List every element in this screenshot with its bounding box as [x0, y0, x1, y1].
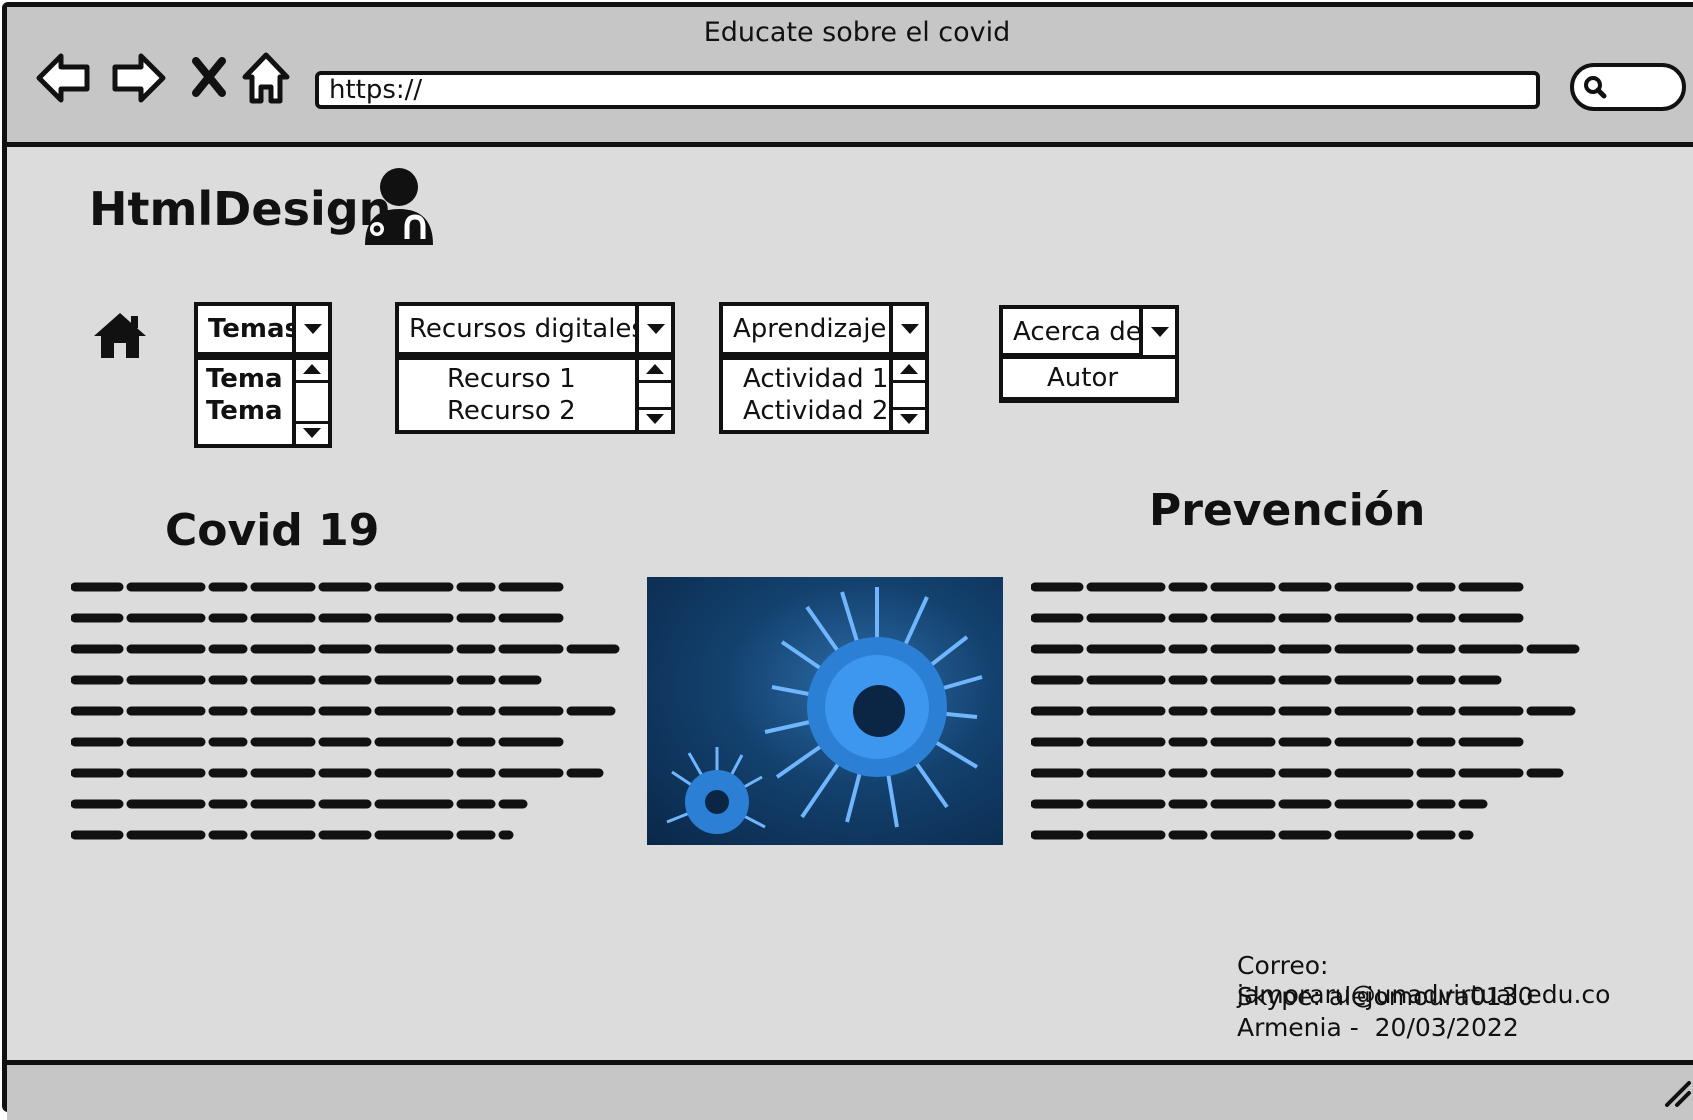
virus-image: [647, 577, 1003, 845]
recursos-dropdown[interactable]: Recursos digitales Recurso 1 Recurso 2: [395, 302, 675, 434]
list-item[interactable]: Recurso 2: [447, 396, 576, 426]
list-item[interactable]: Autor: [1047, 363, 1118, 393]
footer-skype: Skype: alejomoura0130: [1237, 982, 1534, 1011]
recursos-list: Recurso 1 Recurso 2: [399, 356, 671, 430]
aprendizaje-list: Actividad 1 Actividad 2: [723, 356, 925, 430]
temas-scrollbar[interactable]: [292, 360, 328, 444]
back-arrow-icon[interactable]: [35, 51, 93, 105]
acerca-dropdown[interactable]: Acerca de Autor: [999, 305, 1179, 403]
aprendizaje-dropdown[interactable]: Aprendizaje Actividad 1 Actividad 2: [719, 302, 929, 434]
placeholder-text-right: [1031, 582, 1582, 840]
chevron-down-icon[interactable]: [292, 306, 328, 352]
section-title-left: Covid 19: [165, 505, 380, 556]
recursos-scrollbar[interactable]: [635, 360, 671, 430]
home-nav-icon[interactable]: [91, 310, 149, 360]
scroll-down-icon[interactable]: [893, 407, 925, 430]
placeholder-text-left: [71, 582, 622, 840]
scroll-up-icon[interactable]: [296, 360, 328, 383]
stop-icon[interactable]: [191, 57, 227, 97]
doctor-icon: [365, 168, 433, 245]
recursos-label[interactable]: Recursos digitales: [399, 306, 671, 356]
section-title-right: Prevención: [1149, 485, 1426, 536]
scroll-down-icon[interactable]: [296, 421, 328, 444]
search-icon: [1584, 76, 1607, 99]
window-title: Educate sobre el covid: [703, 17, 1011, 48]
scroll-up-icon[interactable]: [639, 360, 671, 383]
acerca-list: Autor: [999, 355, 1179, 403]
list-item[interactable]: Actividad 1: [743, 364, 888, 394]
home-icon[interactable]: [241, 51, 291, 105]
chevron-down-icon[interactable]: [1139, 309, 1175, 355]
footer-place-date: Armenia - 20/03/2022: [1237, 1013, 1519, 1042]
brand-name: HtmlDesign: [89, 182, 392, 236]
virus-illustration: [666, 587, 983, 834]
search-box[interactable]: [1570, 63, 1686, 111]
scroll-down-icon[interactable]: [639, 407, 671, 430]
temas-dropdown[interactable]: Temas Tema 1 Tema 2: [194, 302, 332, 448]
browser-toolbar: Educate sobre el covid https://: [7, 7, 1693, 147]
url-input[interactable]: https://: [315, 71, 1540, 109]
acerca-label[interactable]: Acerca de: [1013, 309, 1142, 355]
aprendizaje-scrollbar[interactable]: [889, 360, 925, 430]
list-item[interactable]: Recurso 1: [447, 364, 576, 394]
temas-list: Tema 1 Tema 2: [198, 356, 328, 444]
forward-arrow-icon[interactable]: [109, 51, 167, 105]
chevron-down-icon[interactable]: [635, 306, 671, 352]
list-item[interactable]: Actividad 2: [743, 396, 888, 426]
browser-window: Educate sobre el covid https:// HtmlDesi…: [2, 2, 1693, 1120]
resize-handle-icon[interactable]: [1663, 1079, 1693, 1109]
status-bar: [7, 1060, 1693, 1120]
chevron-down-icon[interactable]: [889, 306, 925, 352]
scroll-up-icon[interactable]: [893, 360, 925, 383]
